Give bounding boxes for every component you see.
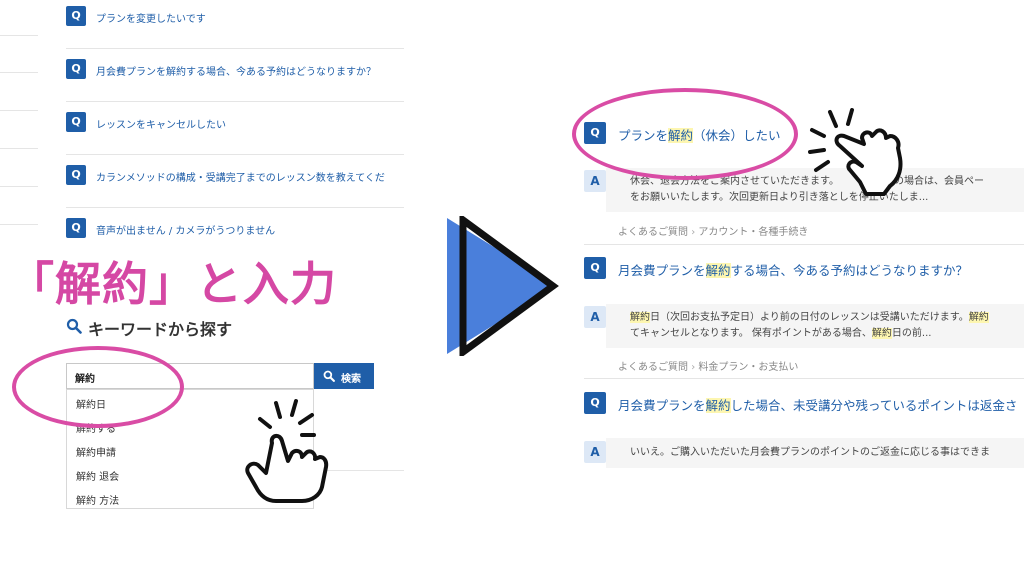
keyword-search-title: キーワードから探す bbox=[88, 320, 233, 339]
q-badge: Q bbox=[584, 257, 606, 279]
breadcrumb-item[interactable]: 料金プラン・お支払い bbox=[698, 362, 798, 373]
text-segment: 月会費プランを bbox=[618, 398, 706, 413]
suggestion-item[interactable]: 解約 方法 bbox=[76, 492, 119, 507]
result-question-link[interactable]: 月会費プランを解約した場合、未受講分や残っているポイントは返金さ bbox=[618, 395, 1017, 414]
keyword-highlight: 解約 bbox=[871, 328, 892, 339]
divider bbox=[0, 110, 38, 111]
answer-box: 解約日（次回お支払予定日）より前の日付のレッスンは受講いただけます。解約 てキャ… bbox=[606, 304, 1024, 348]
text-segment: てキャンセルとなります。 保有ポイントがある場合、 bbox=[630, 328, 872, 339]
q-badge: Q bbox=[66, 59, 86, 79]
faq-link[interactable]: レッスンをキャンセルしたい bbox=[96, 116, 226, 131]
answer-text: いいえ。ご購入いただいた月会費プランのポイントのご返金に応じる事はできま bbox=[630, 447, 990, 458]
q-badge: Q bbox=[66, 165, 86, 185]
faq-link[interactable]: カランメソッドの構成・受講完了までのレッスン数を教えてくだ bbox=[96, 169, 385, 184]
instruction-caption: 「解約」と入力 bbox=[8, 257, 337, 311]
divider bbox=[66, 48, 404, 49]
answer-box: いいえ。ご購入いただいた月会費プランのポイントのご返金に応じる事はできま bbox=[606, 438, 1024, 468]
answer-text: てキャンセルとなります。 保有ポイントがある場合、解約日の前... bbox=[630, 326, 1024, 342]
text-segment: 月会費プランを bbox=[618, 263, 706, 278]
breadcrumb: よくあるご質問 › 料金プラン・お支払い bbox=[618, 358, 798, 373]
divider bbox=[66, 101, 404, 102]
keyword-highlight: 解約 bbox=[968, 312, 989, 323]
divider bbox=[66, 207, 404, 208]
keyword-highlight: 解約 bbox=[705, 398, 731, 413]
breadcrumb: よくあるご質問 › アカウント・各種手続き bbox=[618, 223, 808, 238]
suggestion-item[interactable]: 解約 退会 bbox=[76, 468, 119, 483]
result-question-link[interactable]: 月会費プランを解約する場合、今ある予約はどうなりますか？ bbox=[618, 260, 968, 279]
divider bbox=[0, 72, 38, 73]
tapping-hand-icon bbox=[808, 108, 903, 196]
text-segment: する場合、今ある予約はどうなりますか？ bbox=[730, 263, 969, 278]
keyword-highlight: 解約 bbox=[705, 263, 731, 278]
q-badge: Q bbox=[584, 392, 606, 414]
divider bbox=[0, 148, 38, 149]
divider bbox=[66, 154, 404, 155]
a-badge: A bbox=[584, 441, 606, 463]
tapping-hand-icon bbox=[245, 399, 329, 503]
q-badge: Q bbox=[66, 6, 86, 26]
divider bbox=[0, 35, 38, 36]
a-badge: A bbox=[584, 170, 606, 192]
divider bbox=[0, 186, 38, 187]
divider bbox=[0, 224, 38, 225]
breadcrumb-item[interactable]: よくあるご質問 bbox=[618, 227, 688, 238]
highlight-oval bbox=[572, 88, 798, 180]
search-icon bbox=[66, 318, 82, 334]
faq-link[interactable]: 月会費プランを解約する場合、今ある予約はどうなりますか？ bbox=[96, 63, 376, 78]
answer-text: 解約日（次回お支払予定日）より前の日付のレッスンは受講いただけます。解約 bbox=[630, 310, 1024, 326]
search-button-label: 検索 bbox=[341, 374, 361, 385]
q-badge: Q bbox=[66, 112, 86, 132]
suggestion-item[interactable]: 解約申請 bbox=[76, 444, 116, 459]
play-arrow-icon bbox=[447, 216, 559, 356]
chevron-right-icon: › bbox=[691, 362, 696, 373]
a-badge: A bbox=[584, 306, 606, 328]
text-segment: 日（次回お支払予定日）より前の日付のレッスンは受講いただけます。 bbox=[650, 312, 969, 323]
keyword-highlight: 解約 bbox=[630, 312, 650, 323]
text-segment: した場合、未受講分や残っているポイントは返金さ bbox=[730, 398, 1018, 413]
highlight-oval bbox=[12, 346, 184, 428]
faq-link[interactable]: プランを変更したいです bbox=[96, 10, 206, 25]
text-segment: 日の前... bbox=[891, 328, 932, 339]
breadcrumb-item[interactable]: よくあるご質問 bbox=[618, 362, 688, 373]
search-button[interactable]: 検索 bbox=[314, 363, 374, 389]
breadcrumb-item[interactable]: アカウント・各種手続き bbox=[698, 227, 808, 238]
q-badge: Q bbox=[66, 218, 86, 238]
chevron-right-icon: › bbox=[691, 227, 696, 238]
divider bbox=[584, 244, 1024, 245]
divider bbox=[584, 378, 1024, 379]
faq-link[interactable]: 音声が出ません / カメラがうつりません bbox=[96, 222, 275, 237]
search-icon bbox=[323, 370, 335, 382]
